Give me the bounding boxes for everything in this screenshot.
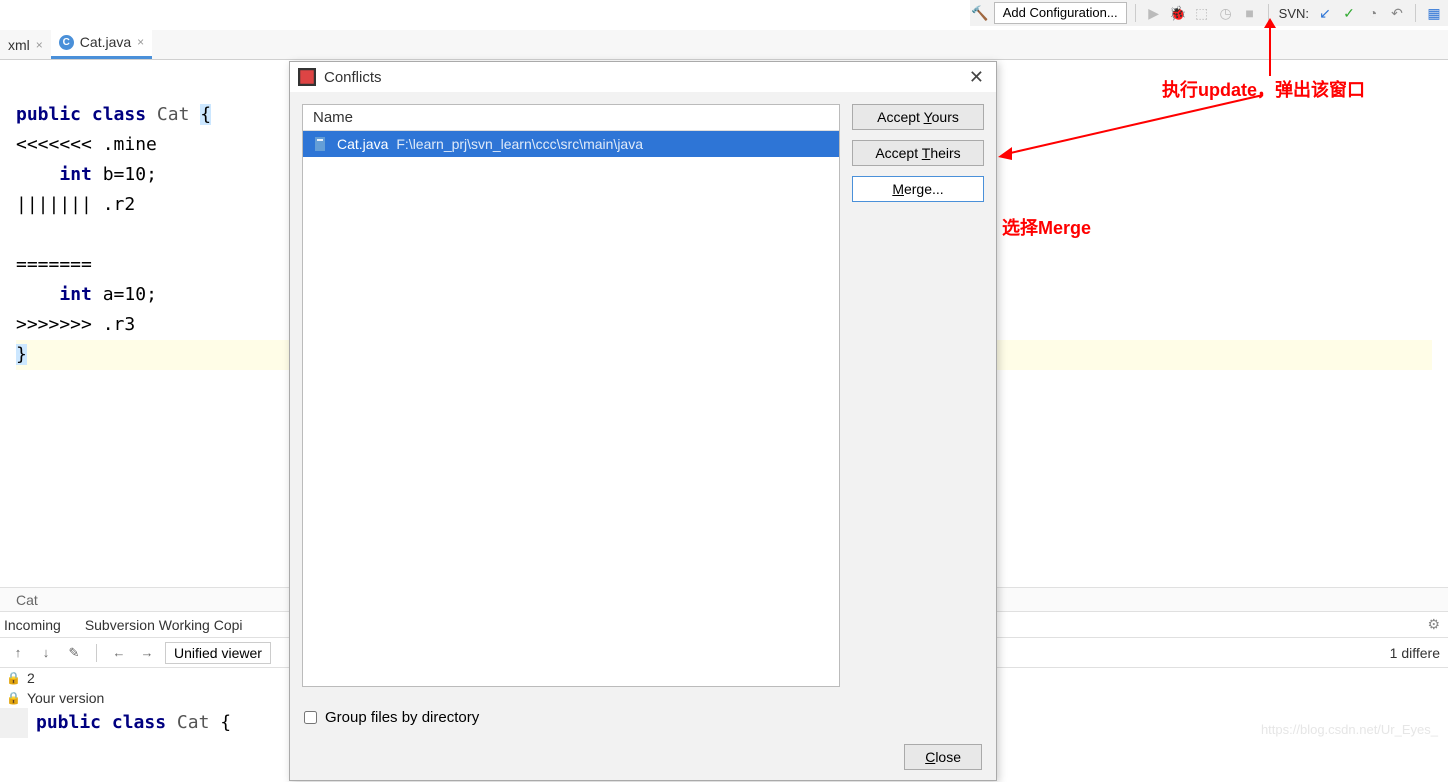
- next-diff-icon[interactable]: ↓: [36, 645, 56, 660]
- lock-icon: 🔒: [6, 691, 21, 705]
- separator: [96, 644, 97, 662]
- code-brace: }: [16, 344, 27, 365]
- group-by-dir-checkbox[interactable]: Group files by directory: [304, 709, 982, 726]
- run-config-dropdown[interactable]: Add Configuration...: [994, 2, 1127, 24]
- separator: [1268, 4, 1269, 22]
- run-icon[interactable]: ▶: [1144, 3, 1164, 23]
- dialog-title: Conflicts: [324, 69, 382, 86]
- debug-icon[interactable]: 🐞: [1168, 3, 1188, 23]
- profile-icon[interactable]: ◷: [1216, 3, 1236, 23]
- forward-icon[interactable]: →: [137, 645, 157, 660]
- accept-yours-button[interactable]: Accept Yours: [852, 104, 984, 130]
- code-keyword: int: [59, 284, 92, 305]
- coverage-icon[interactable]: ⬚: [1192, 3, 1212, 23]
- dialog-titlebar[interactable]: Conflicts ✕: [290, 62, 996, 92]
- code-line: >>>>>>> .r3: [16, 314, 135, 335]
- list-item[interactable]: Cat.java F:\learn_prj\svn_learn\ccc\src\…: [303, 131, 839, 157]
- build-icon[interactable]: 🔨: [970, 3, 990, 23]
- gutter: [0, 708, 28, 738]
- separator: [1135, 4, 1136, 22]
- dialog-body: Name Cat.java F:\learn_prj\svn_learn\ccc…: [290, 92, 996, 699]
- diff-count-label: 1 differe: [1390, 645, 1440, 661]
- tab-label: Cat.java: [80, 34, 131, 50]
- separator: [1415, 4, 1416, 22]
- edit-icon[interactable]: ✎: [64, 645, 84, 661]
- main-toolbar: 🔨 Add Configuration... ▶ 🐞 ⬚ ◷ ■ SVN: ↙ …: [970, 0, 1448, 26]
- accept-theirs-button[interactable]: Accept Theirs: [852, 140, 984, 166]
- viewer-mode-dropdown[interactable]: Unified viewer: [165, 642, 271, 664]
- code-keyword: public: [16, 104, 81, 125]
- back-icon[interactable]: ←: [109, 645, 129, 660]
- commit-icon[interactable]: ✓: [1339, 3, 1359, 23]
- dialog-button-column: Accept Yours Accept Theirs Merge...: [852, 104, 984, 687]
- java-class-icon: C: [59, 35, 74, 50]
- diff-version-text: Your version: [27, 690, 104, 706]
- merge-button[interactable]: Merge...: [852, 176, 984, 202]
- annotation-merge: 选择Merge: [1002, 214, 1091, 240]
- diff-line-number: 2: [27, 670, 35, 686]
- java-file-icon: [313, 136, 329, 152]
- gear-icon[interactable]: ⚙: [1427, 616, 1440, 633]
- close-icon[interactable]: ×: [36, 38, 43, 52]
- history-icon[interactable]: ◔: [1363, 3, 1383, 23]
- annotation-update: 执行update，弹出该窗口: [1162, 76, 1365, 102]
- svn-label: SVN:: [1277, 6, 1311, 21]
- list-header-name[interactable]: Name: [303, 105, 839, 131]
- tab-svn-wc[interactable]: Subversion Working Copi: [85, 617, 243, 633]
- structure-icon[interactable]: ▦: [1424, 3, 1444, 23]
- close-icon[interactable]: ✕: [965, 67, 988, 88]
- code-text: a=10;: [103, 284, 157, 305]
- code-class: Cat: [157, 104, 190, 125]
- code-line: <<<<<<< .mine: [16, 134, 157, 155]
- checkbox-label: Group files by directory: [325, 709, 479, 726]
- checkbox-input[interactable]: [304, 711, 317, 724]
- code-text: b=10;: [103, 164, 157, 185]
- prev-diff-icon[interactable]: ↑: [8, 645, 28, 660]
- tab-label: xml: [8, 37, 30, 53]
- code-brace: {: [200, 104, 211, 125]
- revert-icon[interactable]: ↶: [1387, 3, 1407, 23]
- code-line: =======: [16, 254, 92, 275]
- file-name: Cat.java: [337, 136, 388, 152]
- file-path: F:\learn_prj\svn_learn\ccc\src\main\java: [396, 136, 643, 152]
- code-keyword: class: [92, 104, 146, 125]
- breadcrumb-item[interactable]: Cat: [16, 592, 38, 608]
- conflicts-dialog: Conflicts ✕ Name Cat.java F:\learn_prj\s…: [289, 61, 997, 781]
- code-keyword: int: [59, 164, 92, 185]
- editor-tabs: xml × C Cat.java ×: [0, 30, 1448, 60]
- dialog-footer: Group files by directory Close: [290, 699, 996, 780]
- footer-buttons: Close: [304, 744, 982, 770]
- lock-icon: 🔒: [6, 671, 21, 685]
- tab-cat-java[interactable]: C Cat.java ×: [51, 30, 152, 59]
- app-icon: [298, 68, 316, 86]
- tab-incoming[interactable]: Incoming: [4, 617, 61, 633]
- conflict-file-list: Name Cat.java F:\learn_prj\svn_learn\ccc…: [302, 104, 840, 687]
- close-button[interactable]: Close: [904, 744, 982, 770]
- watermark: https://blog.csdn.net/Ur_Eyes_: [1261, 722, 1438, 737]
- tab-xml[interactable]: xml ×: [0, 33, 51, 59]
- diff-code[interactable]: public class Cat {: [28, 708, 231, 738]
- update-icon[interactable]: ↙: [1315, 3, 1335, 23]
- code-line: ||||||| .r2: [16, 194, 135, 215]
- stop-icon[interactable]: ■: [1240, 3, 1260, 23]
- close-icon[interactable]: ×: [137, 35, 144, 49]
